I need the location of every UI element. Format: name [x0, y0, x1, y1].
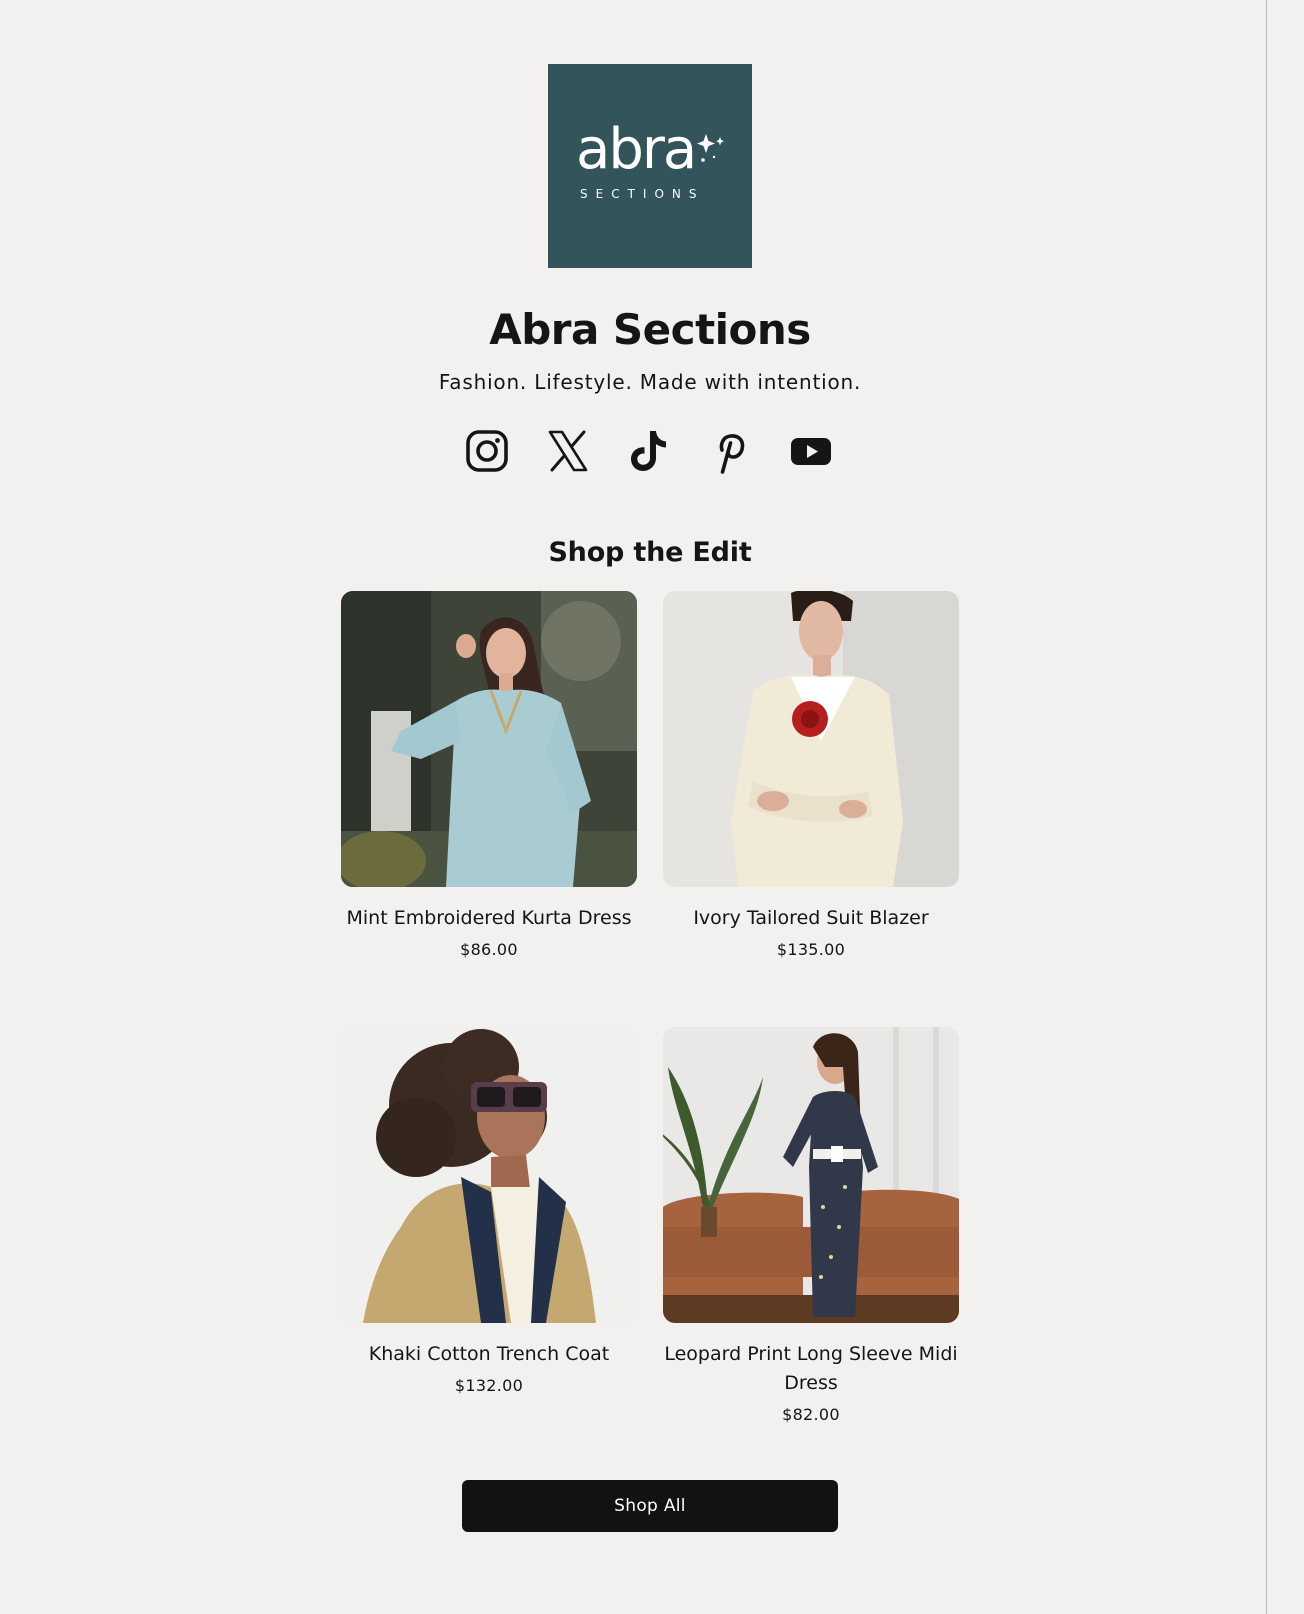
pinterest-icon — [719, 434, 745, 474]
product-photo-blazer — [663, 591, 959, 887]
product-image[interactable] — [341, 1027, 637, 1323]
product-photo-leopard-dress — [663, 1027, 959, 1323]
x-link[interactable] — [543, 426, 593, 476]
product-name[interactable]: Mint Embroidered Kurta Dress — [329, 904, 649, 933]
shop-all-button[interactable]: Shop All — [462, 1480, 838, 1532]
tiktok-icon — [631, 431, 666, 471]
product-price: $132.00 — [454, 1376, 524, 1395]
brand-logo[interactable]: abra SECTIONS — [548, 64, 752, 268]
youtube-icon — [791, 438, 831, 465]
product-price: $82.00 — [782, 1405, 840, 1424]
product-name[interactable]: Leopard Print Long Sleeve Midi Dress — [651, 1340, 971, 1398]
brand-name: Abra Sections — [489, 305, 811, 354]
social-links — [462, 426, 842, 476]
product-image[interactable] — [341, 591, 637, 887]
logo-wordmark: abra — [576, 117, 697, 182]
product-photo-trench — [341, 1027, 637, 1323]
logo-subtitle: SECTIONS — [580, 187, 705, 201]
product-image[interactable] — [663, 591, 959, 887]
tiktok-link[interactable] — [624, 426, 674, 476]
youtube-link[interactable] — [786, 426, 836, 476]
instagram-link[interactable] — [462, 426, 512, 476]
product-name[interactable]: Khaki Cotton Trench Coat — [329, 1340, 649, 1369]
product-name[interactable]: Ivory Tailored Suit Blazer — [651, 904, 971, 933]
pinterest-link[interactable] — [705, 426, 755, 476]
instagram-icon — [466, 430, 508, 472]
newsletter-page: abra SECTIONS Abra Sections Fashion. Lif… — [0, 0, 1267, 1614]
section-title: Shop the Edit — [548, 537, 752, 568]
product-image[interactable] — [663, 1027, 959, 1323]
brand-tagline: Fashion. Lifestyle. Made with intention. — [438, 370, 862, 394]
x-icon — [548, 430, 588, 472]
product-price: $86.00 — [460, 940, 518, 959]
product-photo-kurta — [341, 591, 637, 887]
product-price: $135.00 — [776, 940, 846, 959]
